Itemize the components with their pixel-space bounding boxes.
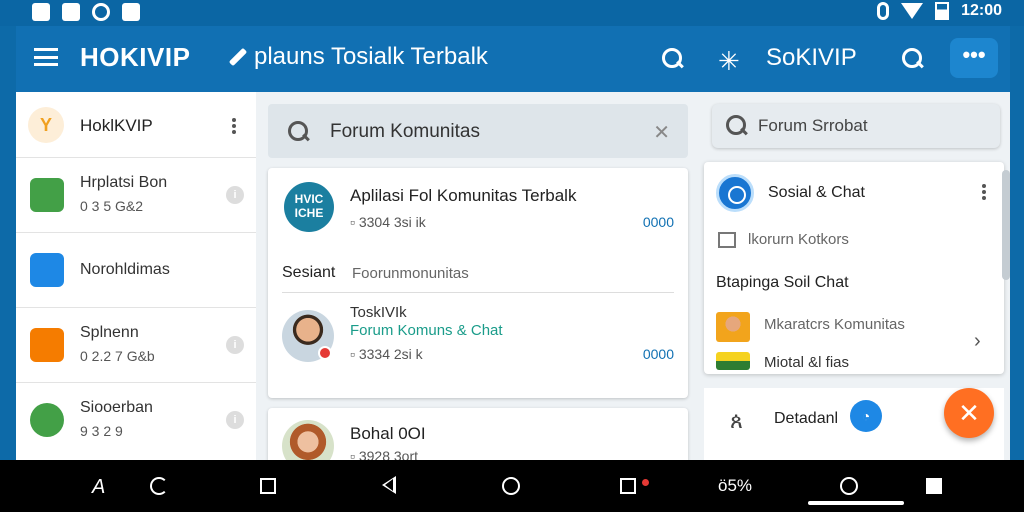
- sidebar-item-name: Siooerban: [80, 399, 153, 416]
- sidebar-header: Y HoklKVIP: [16, 92, 256, 158]
- sparkle-icon[interactable]: ✳: [718, 46, 740, 77]
- message-icon: [30, 403, 64, 437]
- card-count: 0000: [642, 214, 674, 230]
- section-label: Sesiant: [282, 264, 336, 281]
- app-bar: HOKIVIP plauns Tosialk Terbalk ✳ SoKIVIP…: [16, 26, 1010, 92]
- clock: 12:00: [961, 2, 1002, 19]
- pencil-icon: [228, 47, 248, 67]
- clipboard-icon: [122, 3, 140, 21]
- gesture-bar[interactable]: [808, 501, 904, 505]
- sidebar-item-meta: 9 3 2 9: [80, 423, 123, 439]
- chevron-right-icon[interactable]: ›: [974, 330, 981, 353]
- notification-dot: [642, 479, 649, 486]
- thumbnail-image: [716, 312, 750, 342]
- scrollbar[interactable]: [1002, 170, 1010, 280]
- sidebar-item-name: Splnenn: [80, 324, 139, 341]
- vibrate-icon: [877, 2, 890, 20]
- search-icon: [726, 115, 748, 137]
- avatar-icon: [30, 328, 64, 362]
- card-meta-text: 3304 3si ik: [358, 214, 426, 230]
- sidebar-title: HoklKVIP: [80, 116, 153, 135]
- thumbnail-image: [716, 352, 750, 370]
- card-title: Bohal 0OI: [350, 424, 426, 443]
- overflow-menu-icon[interactable]: [232, 118, 236, 122]
- overflow-menu-icon[interactable]: [982, 184, 986, 188]
- chat-icon: [716, 174, 754, 212]
- divider: [282, 292, 674, 293]
- screenshot-icon[interactable]: [620, 478, 636, 494]
- app-logo-avatar: Y: [28, 107, 64, 143]
- sidebar-item[interactable]: Splnenn 0 2.2 7 G&b i: [16, 308, 256, 383]
- clear-search-icon[interactable]: ✕: [653, 120, 670, 145]
- post-title: ToskIVIk: [350, 304, 407, 321]
- menu-icon[interactable]: [34, 48, 58, 66]
- battery-icon: [935, 2, 950, 20]
- notification-badge: [318, 346, 332, 360]
- search-icon[interactable]: [662, 48, 684, 70]
- card-title: Aplilasi Fol Komunitas Terbalk: [350, 186, 577, 205]
- list-item[interactable]: Miotal &l fias: [764, 354, 849, 371]
- navigation-bar: A ö5%: [0, 460, 1024, 512]
- more-options-button[interactable]: •••: [950, 38, 998, 78]
- sidebar-item-name: Hrplatsi Bon: [80, 174, 168, 191]
- section-value: Foorunmonunitas: [352, 265, 469, 282]
- sidebar-item-name: Norohldimas: [80, 261, 170, 278]
- image-icon: [32, 3, 50, 21]
- search-icon-secondary[interactable]: [902, 48, 924, 70]
- sidebar-item[interactable]: Siooerban 9 3 2 9 i: [16, 383, 256, 458]
- battery-percent: ö5%: [718, 476, 753, 495]
- chat-icon: [30, 178, 64, 212]
- message-bubble-icon[interactable]: ◔: [850, 400, 882, 432]
- card-subtitle: lkorurn Kotkors: [748, 231, 849, 248]
- card-title: Sosial & Chat: [768, 184, 865, 201]
- sidebar-item[interactable]: Norohldimas: [16, 233, 256, 308]
- sidebar-item[interactable]: Hrplatsi Bon 0 3 5 G&2 i: [16, 158, 256, 233]
- home-icon[interactable]: [502, 477, 520, 495]
- right-search-value: Forum Srrobat: [758, 116, 868, 135]
- sidebar-item-meta: 0 3 5 G&2: [80, 198, 144, 214]
- main-content: Forum Komunitas ✕ HVIC ICHE Aplilasi Fol…: [256, 92, 702, 472]
- person-icon: ጰ: [730, 408, 744, 433]
- post-meta: ▫ 3334 2si k: [350, 346, 423, 362]
- refresh-icon[interactable]: [150, 477, 168, 495]
- document-icon: [30, 253, 64, 287]
- post-link[interactable]: Forum Komuns & Chat: [350, 322, 503, 339]
- edit-icon: [62, 3, 80, 21]
- social-chat-card[interactable]: Sosial & Chat lkorurn Kotkors Btapinga S…: [704, 162, 1004, 374]
- search-icon: [288, 121, 310, 143]
- post-count: 0000: [642, 346, 674, 362]
- section-title: Btapinga Soil Chat: [716, 274, 849, 291]
- right-search-input[interactable]: Forum Srrobat: [712, 104, 1000, 148]
- system-icons: 12:00: [877, 2, 1002, 20]
- post-meta-text: 3334 2si k: [358, 346, 423, 362]
- status-bar: 12:00: [0, 0, 1024, 26]
- wifi-icon: [901, 3, 924, 19]
- sidebar: Y HoklKVIP Hrplatsi Bon 0 3 5 G&2 i Noro…: [16, 92, 256, 460]
- floating-action-button[interactable]: ✕: [944, 388, 994, 438]
- notification-icons: [32, 3, 140, 21]
- home-circle-icon[interactable]: [840, 477, 858, 495]
- a-icon[interactable]: A: [92, 476, 105, 499]
- detail-label: Detadanl: [774, 410, 839, 427]
- search-input[interactable]: Forum Komunitas ✕: [268, 104, 688, 158]
- info-icon[interactable]: i: [226, 336, 244, 354]
- community-card[interactable]: HVIC ICHE Aplilasi Fol Komunitas Terbalk…: [268, 168, 688, 398]
- list-item[interactable]: Mkaratcrs Komunitas: [764, 316, 905, 333]
- community-logo: HVIC ICHE: [284, 182, 334, 232]
- list-icon: [718, 232, 736, 248]
- card-meta: ▫ 3304 3si ik: [350, 214, 426, 230]
- tagline-text: plauns Tosialk Terbalk: [254, 43, 488, 70]
- search-input-value: Forum Komunitas: [330, 121, 480, 142]
- info-icon[interactable]: i: [226, 411, 244, 429]
- back-icon[interactable]: [382, 476, 396, 494]
- app-tagline: plauns Tosialk Terbalk: [228, 43, 488, 71]
- recents-icon[interactable]: [260, 478, 276, 494]
- brand-secondary: SoKIVIP: [766, 44, 857, 71]
- sidebar-item-meta: 0 2.2 7 G&b: [80, 348, 155, 364]
- sync-icon: [92, 3, 110, 21]
- stop-icon[interactable]: [926, 478, 942, 494]
- app-brand: HOKIVIP: [80, 42, 191, 72]
- community-card[interactable]: Bohal 0OI ▫ 3928 3ort: [268, 408, 688, 472]
- info-icon[interactable]: i: [226, 186, 244, 204]
